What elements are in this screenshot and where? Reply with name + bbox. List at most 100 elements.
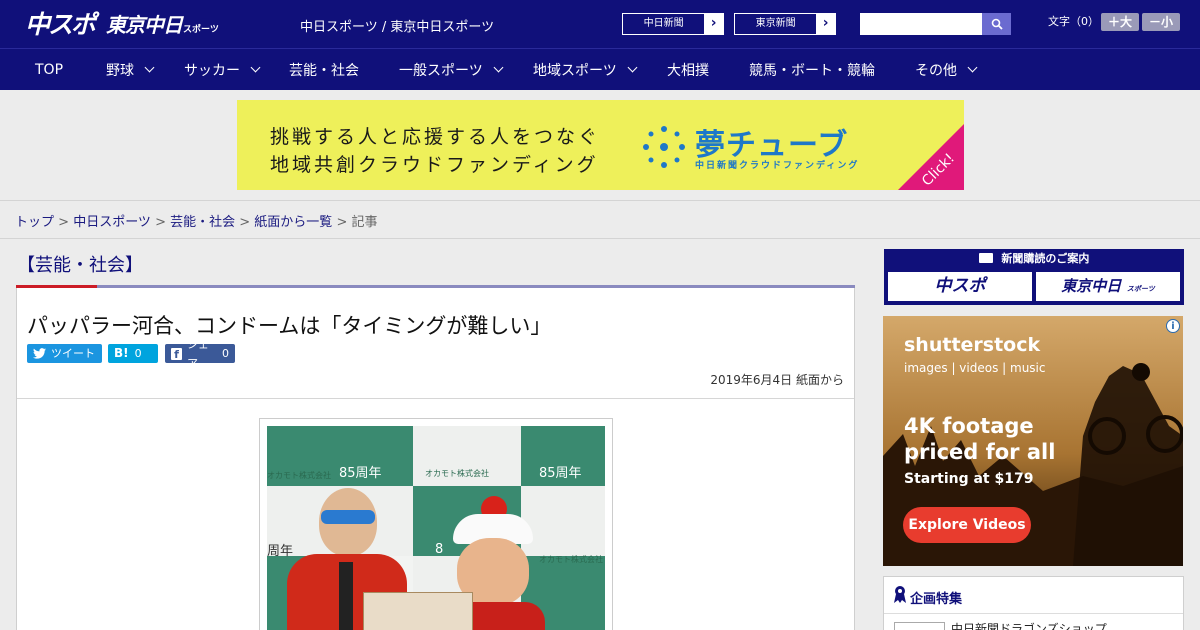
facebook-label: シェア (186, 337, 209, 370)
article-photo[interactable]: 85周年 85周年 オカモト株式会社 オカモト株式会社 周年 8 オカモト株式会… (267, 426, 605, 630)
banner-line-2: 地域共創クラウドファンディング (270, 154, 599, 176)
ad-subtitle: images | videos | music (904, 361, 1046, 375)
ad-headline-2: priced for all (904, 440, 1056, 464)
newspaper-icon (978, 253, 993, 263)
nav-item-sumo[interactable]: 大相撲 (667, 49, 749, 90)
font-larger-button[interactable]: ＋大 (1101, 13, 1139, 31)
breadcrumb-entertainment[interactable]: 芸能・社会 (170, 215, 235, 230)
subscribe-tokyo-label: 東京中日 (1061, 277, 1122, 295)
chevron-right-icon: › (710, 15, 717, 31)
hatena-bookmark-button[interactable]: B! 0 (108, 344, 158, 363)
chevron-down-icon (967, 62, 978, 73)
nav-item-general-sports[interactable]: 一般スポーツ (399, 49, 533, 90)
breadcrumb-paper-list[interactable]: 紙面から一覧 (254, 215, 332, 230)
nav-label: 地域スポーツ (533, 62, 617, 79)
photo-text: 85周年 (339, 466, 382, 481)
nav-item-soccer[interactable]: サッカー (184, 49, 289, 90)
article-card: パッパラー河合、コンドームは「タイミングが難しい」 ツイート B! 0 f シェ… (16, 288, 855, 630)
chunichi-shimbun-label: 中日新聞 (623, 14, 705, 34)
subscription-box: 新聞購読のご案内 中スポ 東京中日 スポーツ (884, 249, 1184, 305)
photo-brand: オカモト株式会社 (267, 471, 331, 480)
chevron-down-icon (493, 62, 504, 73)
nav-label: TOP (35, 61, 64, 78)
facebook-count: 0 (222, 347, 229, 360)
divider (17, 398, 854, 399)
photo-tie (339, 562, 353, 630)
main-nav: TOP 野球 サッカー 芸能・社会 一般スポーツ 地域スポーツ 大相撲 競馬・ボ… (0, 48, 1200, 90)
font-size-label: 文字（0） (1048, 15, 1099, 28)
explore-videos-button[interactable]: Explore Videos (903, 507, 1031, 543)
facebook-share-button[interactable]: f シェア 0 (165, 338, 235, 370)
search-button[interactable] (982, 13, 1011, 35)
chevron-down-icon (627, 62, 638, 73)
nav-label: 芸能・社会 (289, 62, 359, 79)
search-input[interactable] (860, 13, 982, 35)
photo-panel (363, 592, 473, 630)
subscribe-chuspo-label: 中スポ (934, 276, 986, 296)
subscribe-chuspo-button[interactable]: 中スポ (888, 272, 1032, 301)
nav-item-baseball[interactable]: 野球 (106, 49, 184, 90)
breadcrumb-separator: > (58, 215, 74, 230)
nav-item-others[interactable]: その他 (915, 49, 995, 90)
breadcrumb-chunichi-sports[interactable]: 中日スポーツ (73, 215, 151, 230)
category-title: 【芸能・社会】 (17, 255, 143, 276)
breadcrumb-separator: > (239, 215, 255, 230)
hatena-count: 0 (134, 347, 142, 360)
site-logo[interactable]: 中スポ 東京中日 スポーツ (25, 8, 219, 39)
divider (884, 613, 1183, 614)
nav-label: 一般スポーツ (399, 62, 483, 79)
chevron-down-icon (250, 62, 261, 73)
ad-info-icon[interactable]: i (1166, 319, 1180, 333)
nav-item-entertainment[interactable]: 芸能・社会 (289, 49, 399, 90)
photo-text: 周年 (267, 544, 294, 559)
article-photo-frame: 85周年 85周年 オカモト株式会社 オカモト株式会社 周年 8 オカモト株式会… (259, 418, 613, 630)
breadcrumb: トップ > 中日スポーツ > 芸能・社会 > 紙面から一覧 > 記事 (15, 211, 378, 230)
nav-item-top[interactable]: TOP (0, 49, 106, 90)
subscription-title: 新聞購読のご案内 (884, 249, 1184, 269)
subscription-title-text: 新聞購読のご案内 (1001, 252, 1090, 265)
photo-brand: オカモト株式会社 (425, 469, 489, 478)
ribbon-icon (894, 586, 906, 603)
tweet-button[interactable]: ツイート (27, 344, 102, 363)
ad-brand: shutterstock (904, 334, 1041, 356)
banner-brand-sub: 中日新聞クラウドファンディング (695, 161, 860, 171)
nav-label: サッカー (184, 62, 240, 79)
feature-title: 企画特集 (910, 592, 963, 607)
nav-item-local-sports[interactable]: 地域スポーツ (533, 49, 667, 90)
feature-box: 企画特集 中日新聞ドラゴンズショップ (883, 576, 1184, 630)
site-name: 中日スポーツ / 東京中日スポーツ (300, 20, 495, 35)
photo-text: 85周年 (539, 466, 582, 481)
dots-circle-icon (643, 126, 685, 168)
chevron-down-icon (144, 62, 155, 73)
feature-thumbnail[interactable] (894, 622, 945, 630)
sunglasses (321, 510, 375, 524)
banner-line-1: 挑戦する人と応援する人をつなぐ (270, 126, 601, 148)
logo-chuspo: 中スポ (25, 10, 96, 39)
nav-item-racing[interactable]: 競馬・ボート・競輪 (749, 49, 915, 90)
article-title: パッパラー河合、コンドームは「タイミングが難しい」 (27, 314, 552, 338)
tweet-label: ツイート (51, 347, 95, 360)
article-date: 2019年6月4日 紙面から (710, 373, 844, 387)
nav-label: 大相撲 (667, 62, 709, 79)
tokyo-shimbun-link[interactable]: 東京新聞 › (734, 13, 836, 35)
twitter-icon (33, 348, 46, 359)
photo-brand: オカモト株式会社 (539, 555, 603, 564)
breadcrumb-separator: > (155, 215, 171, 230)
breadcrumb-separator: > (336, 215, 352, 230)
facebook-icon: f (171, 347, 182, 361)
logo-sports: スポーツ (183, 24, 219, 35)
shutterstock-ad[interactable]: shutterstock images | videos | music 4K … (883, 316, 1183, 566)
crowdfunding-banner[interactable]: 挑戦する人と応援する人をつなぐ 地域共創クラウドファンディング 夢チューブ 中日… (237, 100, 964, 190)
logo-tokyo-chunichi: 東京中日 (106, 12, 183, 37)
search-form (860, 13, 1011, 35)
font-smaller-button[interactable]: －小 (1142, 13, 1180, 31)
hatena-icon: B! (114, 346, 129, 360)
breadcrumb-current: 記事 (351, 215, 378, 230)
feature-item-link[interactable]: 中日新聞ドラゴンズショップ (951, 620, 1107, 630)
subscribe-tokyo-small: スポーツ (1126, 285, 1155, 293)
nav-label: その他 (915, 62, 957, 79)
subscribe-tokyo-button[interactable]: 東京中日 スポーツ (1036, 272, 1180, 301)
breadcrumb-top[interactable]: トップ (15, 215, 54, 230)
tokyo-shimbun-label: 東京新聞 (735, 14, 817, 34)
chunichi-shimbun-link[interactable]: 中日新聞 › (622, 13, 724, 35)
